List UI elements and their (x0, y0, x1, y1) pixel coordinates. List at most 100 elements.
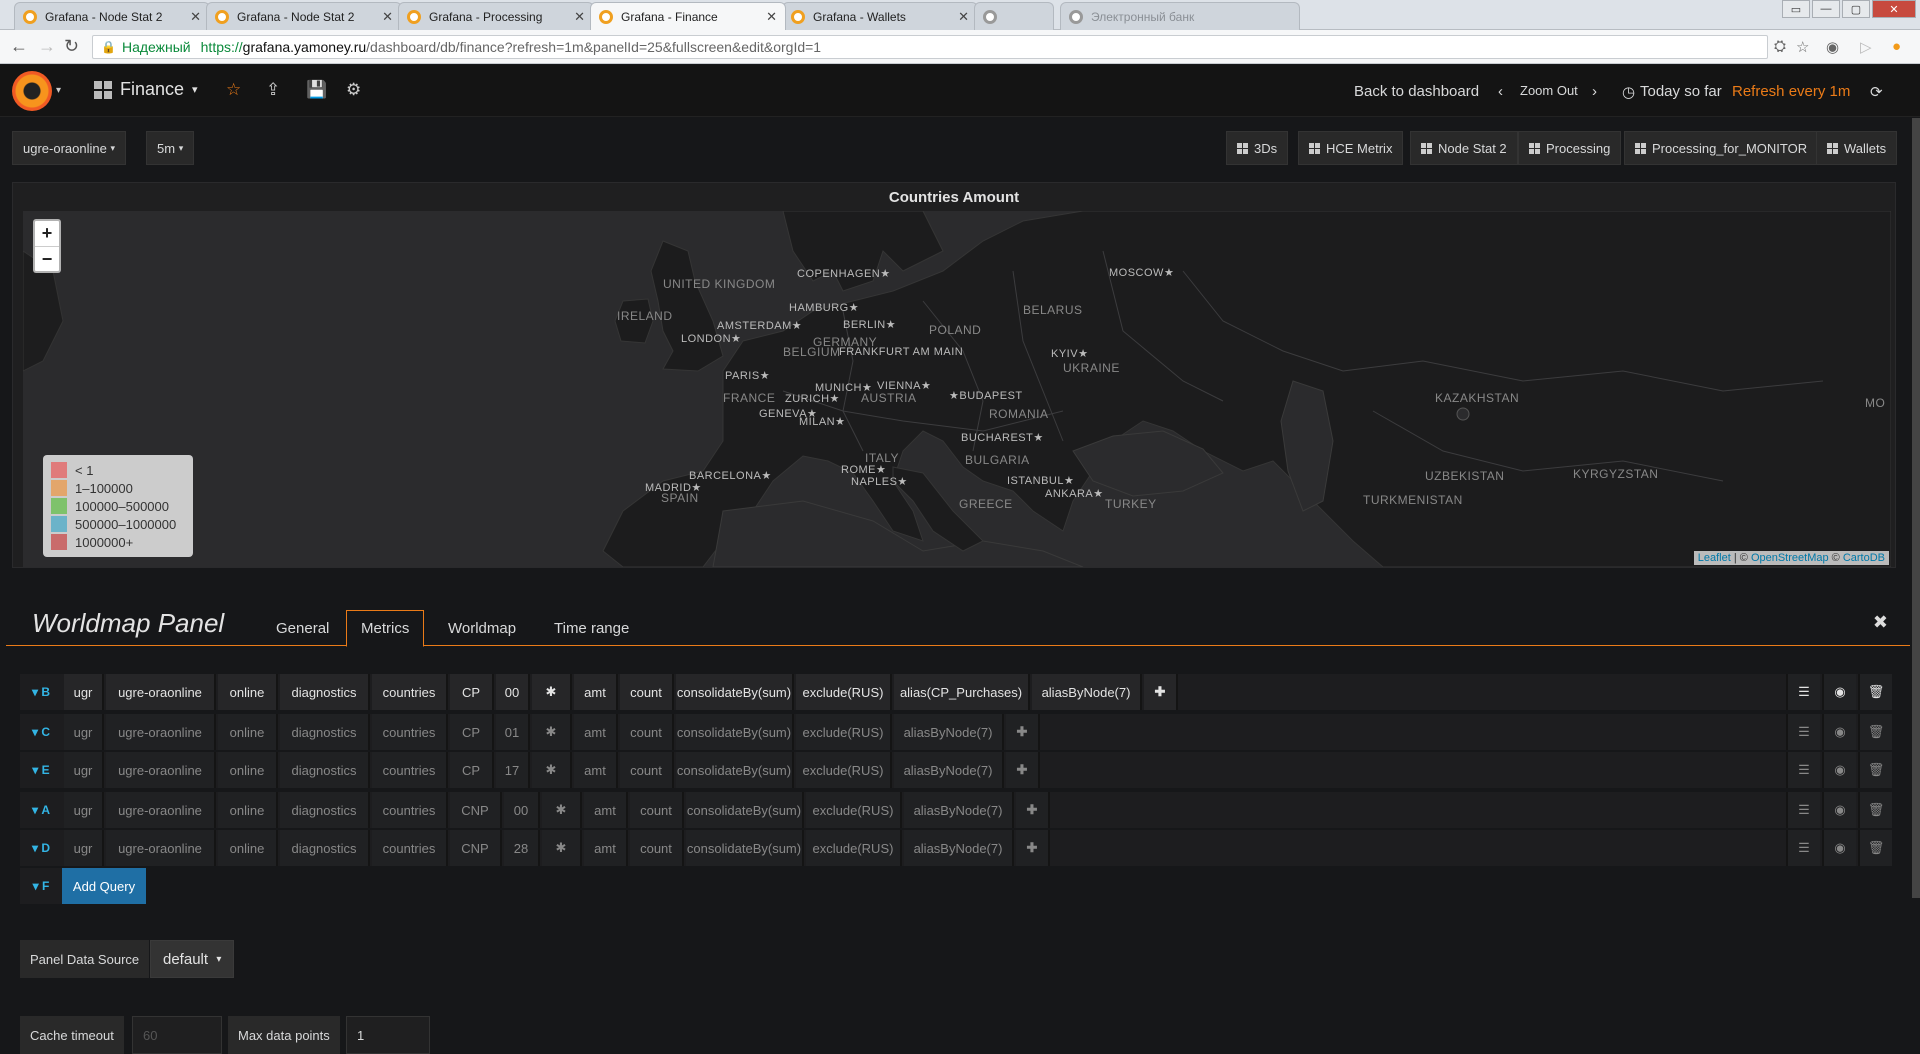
leaflet-link[interactable]: Leaflet (1698, 552, 1731, 564)
query-segment[interactable]: ✱ (532, 674, 572, 710)
map-canvas[interactable]: COPENHAGEN★ MOSCOW★ HAMBURG★ BERLIN★ AMSTERD… (23, 211, 1891, 567)
star-icon[interactable]: ☆ (226, 80, 241, 100)
add-query-ref[interactable]: ▾ F (20, 868, 62, 904)
window-maximize-icon[interactable]: ▢ (1842, 0, 1870, 18)
eye-icon[interactable]: ◉ (1822, 752, 1856, 788)
reload-icon[interactable]: ↻ (64, 36, 79, 57)
query-segment[interactable]: amt (584, 830, 628, 866)
query-segment[interactable]: diagnostics (280, 792, 370, 828)
query-segment[interactable]: diagnostics (280, 752, 370, 788)
query-segment[interactable]: ✱ (532, 752, 572, 788)
hamburger-menu-icon[interactable]: ☰ (1786, 752, 1820, 788)
query-segment[interactable]: consolidateBy(sum) (676, 674, 794, 710)
query-ref-id[interactable]: ▾ E (20, 752, 62, 788)
query-segment[interactable]: CP (450, 752, 494, 788)
dashboard-link[interactable]: Processing (1518, 131, 1622, 165)
openstreetmap-link[interactable]: OpenStreetMap (1751, 552, 1829, 564)
forward-arrow-icon[interactable]: → (38, 36, 56, 57)
page-scrollbar[interactable] (1912, 118, 1920, 898)
query-segment[interactable]: ugr (64, 752, 104, 788)
host-variable-dropdown[interactable]: ugre-oraonline ▾ (12, 131, 126, 165)
extension-play-icon[interactable]: ▷ (1860, 38, 1872, 56)
max-data-points-input[interactable]: 1 (346, 1016, 430, 1054)
query-ref-id[interactable]: ▾ D (20, 830, 62, 866)
query-segment[interactable]: amt (584, 792, 628, 828)
gear-icon[interactable]: ⚙ (346, 80, 361, 100)
cartodb-link[interactable]: CartoDB (1843, 552, 1885, 564)
editor-tab[interactable]: Time range (540, 610, 643, 647)
query-ref-id[interactable]: ▾ B (20, 674, 62, 710)
query-segment[interactable]: countries (372, 830, 448, 866)
tab-close-icon[interactable]: ✕ (190, 9, 201, 25)
query-segment[interactable]: amt (574, 714, 618, 750)
add-function-icon[interactable]: ✚ (1006, 714, 1040, 750)
hamburger-menu-icon[interactable]: ☰ (1786, 674, 1820, 710)
translate-icon[interactable]: ⛭ (1774, 38, 1786, 55)
window-close-icon[interactable]: ✕ (1872, 0, 1916, 18)
query-segment[interactable]: CNP (450, 792, 502, 828)
query-segment[interactable]: alias(CP_Purchases) (894, 674, 1030, 710)
extension-orange-icon[interactable]: ● (1892, 38, 1901, 55)
dashboard-link[interactable]: 3Ds (1226, 131, 1289, 165)
tab-close-icon[interactable]: ✕ (382, 9, 393, 25)
query-segment[interactable]: diagnostics (280, 830, 370, 866)
back-to-dashboard-button[interactable]: Back to dashboard (1354, 83, 1479, 100)
trash-icon[interactable]: 🗑 (1858, 752, 1892, 788)
query-segment[interactable]: online (218, 674, 278, 710)
hamburger-menu-icon[interactable]: ☰ (1786, 830, 1820, 866)
query-segment[interactable]: 01 (496, 714, 530, 750)
hamburger-menu-icon[interactable]: ☰ (1786, 714, 1820, 750)
query-segment[interactable]: aliasByNode(7) (894, 752, 1004, 788)
url-input[interactable]: 🔒 Надежный https:// grafana.yamoney.ru /… (92, 35, 1768, 59)
cache-timeout-input[interactable]: 60 (132, 1016, 222, 1054)
query-segment[interactable]: online (218, 752, 278, 788)
query-segment[interactable]: ✱ (542, 830, 582, 866)
refresh-interval-button[interactable]: Refresh every 1m (1732, 83, 1850, 100)
query-segment[interactable]: CNP (450, 830, 502, 866)
browser-tab[interactable]: Grafana - Processing ✕ (398, 2, 594, 30)
chevron-right-icon[interactable]: › (1592, 83, 1597, 100)
query-segment[interactable]: consolidateBy(sum) (676, 714, 794, 750)
query-segment[interactable]: aliasByNode(7) (904, 792, 1014, 828)
eye-icon[interactable]: ◉ (1822, 792, 1856, 828)
query-segment[interactable]: count (620, 674, 674, 710)
bookmark-star-icon[interactable]: ☆ (1796, 38, 1809, 56)
query-segment[interactable]: exclude(RUS) (806, 830, 902, 866)
share-icon[interactable]: ⇪ (266, 80, 280, 100)
panel-title[interactable]: Countries Amount (13, 189, 1895, 206)
hamburger-menu-icon[interactable]: ☰ (1786, 792, 1820, 828)
query-segment[interactable]: amt (574, 752, 618, 788)
query-segment[interactable]: ugre-oraonline (106, 752, 216, 788)
trash-icon[interactable]: 🗑 (1858, 792, 1892, 828)
browser-tab[interactable]: Grafana - Node Stat 2 ✕ (206, 2, 402, 30)
query-segment[interactable]: ugr (64, 714, 104, 750)
query-segment[interactable]: countries (372, 752, 448, 788)
query-segment[interactable]: online (218, 792, 278, 828)
add-function-icon[interactable]: ✚ (1144, 674, 1178, 710)
dashboard-link[interactable]: Wallets (1816, 131, 1898, 165)
query-segment[interactable]: countries (372, 714, 448, 750)
chevron-left-icon[interactable]: ‹ (1498, 83, 1503, 100)
add-function-icon[interactable]: ✚ (1006, 752, 1040, 788)
extension-icon[interactable]: ◉ (1826, 38, 1839, 56)
grafana-logo-icon[interactable] (12, 71, 52, 111)
tab-close-icon[interactable]: ✕ (574, 9, 585, 25)
window-user-icon[interactable]: ▭ (1782, 0, 1810, 18)
query-segment[interactable]: aliasByNode(7) (1032, 674, 1142, 710)
query-segment[interactable]: CP (450, 714, 494, 750)
query-segment[interactable]: aliasByNode(7) (904, 830, 1014, 866)
query-segment[interactable]: ugr (64, 674, 104, 710)
eye-icon[interactable]: ◉ (1822, 674, 1856, 710)
query-segment[interactable]: ✱ (542, 792, 582, 828)
trash-icon[interactable]: 🗑 (1858, 830, 1892, 866)
tab-close-icon[interactable]: ✕ (766, 9, 777, 25)
add-function-icon[interactable]: ✚ (1016, 830, 1050, 866)
query-segment[interactable]: exclude(RUS) (796, 674, 892, 710)
query-segment[interactable]: ugr (64, 830, 104, 866)
query-segment[interactable]: ugre-oraonline (106, 830, 216, 866)
editor-tab[interactable]: Worldmap (434, 610, 530, 647)
dashboard-link[interactable]: Node Stat 2 (1410, 131, 1518, 165)
back-arrow-icon[interactable]: ← (10, 36, 28, 57)
query-segment[interactable]: consolidateBy(sum) (686, 792, 804, 828)
browser-tab[interactable]: Grafana - Finance ✕ (590, 2, 786, 30)
